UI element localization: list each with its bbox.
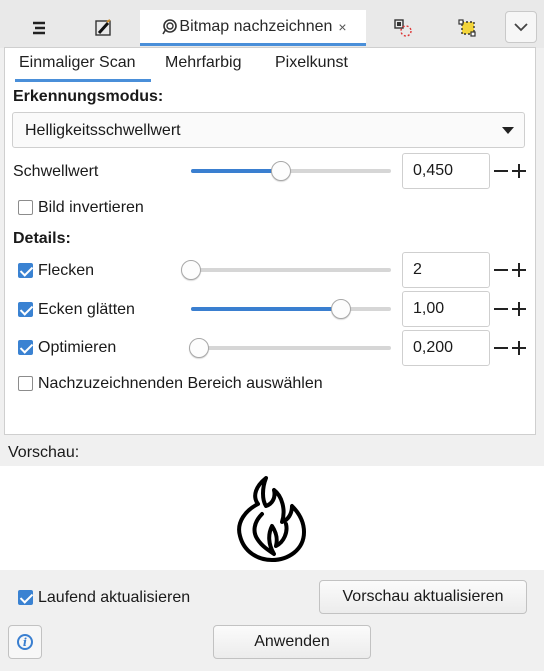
transform-icon <box>394 19 412 37</box>
dock-menu-button[interactable] <box>505 11 537 43</box>
tab-single-scan[interactable]: Einmaliger Scan <box>15 54 151 82</box>
minus-icon[interactable] <box>494 300 508 318</box>
plus-icon[interactable] <box>512 300 526 318</box>
tab-trace-bitmap[interactable]: Bitmap nachzeichnen × <box>140 10 366 46</box>
flame-outline-icon <box>237 476 306 562</box>
tab-multicolor[interactable]: Mehrfarbig <box>165 54 241 82</box>
optimize-spinbox: 0,200 <box>402 330 526 366</box>
detection-mode-select[interactable]: Helligkeitsschwellwert <box>12 112 525 148</box>
dropdown-arrow-icon <box>502 127 514 134</box>
threshold-label: Schwellwert <box>13 163 99 180</box>
smooth-corners-input[interactable]: 1,00 <box>402 291 490 327</box>
optimize-label[interactable]: Optimieren <box>38 339 116 357</box>
select-area-checkbox[interactable] <box>18 376 33 391</box>
minus-icon[interactable] <box>494 261 508 279</box>
slider-thumb[interactable] <box>189 338 209 358</box>
close-icon[interactable]: × <box>338 19 346 35</box>
detection-mode-label: Erkennungsmodus: <box>13 88 164 105</box>
smooth-corners-slider[interactable] <box>191 299 391 319</box>
tab-title: Bitmap nachzeichnen <box>179 17 333 35</box>
preview-area <box>0 466 544 570</box>
slider-thumb[interactable] <box>331 299 351 319</box>
slider-fill <box>191 169 281 173</box>
threshold-input[interactable]: 0,450 <box>402 153 490 189</box>
info-icon: i <box>17 634 33 650</box>
smooth-corners-spinbox: 1,00 <box>402 291 526 327</box>
slider-fill <box>191 307 341 311</box>
optimize-input[interactable]: 0,200 <box>402 330 490 366</box>
optimize-slider[interactable] <box>189 338 391 358</box>
slider-thumb[interactable] <box>181 260 201 280</box>
smooth-corners-checkbox[interactable] <box>18 302 33 317</box>
preview-label: Vorschau: <box>8 444 80 461</box>
threshold-slider[interactable] <box>191 161 391 181</box>
layers-icon <box>33 21 45 35</box>
speckles-label[interactable]: Flecken <box>38 262 94 280</box>
apply-button[interactable]: Anwenden <box>213 625 371 659</box>
transform-tab[interactable] <box>372 10 434 46</box>
objects-tab[interactable] <box>8 10 70 46</box>
plus-icon[interactable] <box>512 339 526 357</box>
threshold-spinbox: 0,450 <box>402 153 526 189</box>
live-update-label[interactable]: Laufend aktualisieren <box>38 589 190 607</box>
minus-icon[interactable] <box>494 162 508 180</box>
align-icon <box>458 19 476 37</box>
speckles-slider[interactable] <box>181 260 391 280</box>
plus-icon[interactable] <box>512 261 526 279</box>
tab-pixel-art[interactable]: Pixelkunst <box>275 54 348 82</box>
dock-tab-bar: Bitmap nachzeichnen × <box>0 0 544 48</box>
pen-tab[interactable] <box>72 10 134 46</box>
speckles-checkbox[interactable] <box>18 263 33 278</box>
speckles-spinbox: 2 <box>402 252 526 288</box>
slider-track <box>191 268 391 272</box>
plus-icon[interactable] <box>512 162 526 180</box>
invert-checkbox[interactable] <box>18 200 33 215</box>
speckles-input[interactable]: 2 <box>402 252 490 288</box>
minus-icon[interactable] <box>494 339 508 357</box>
optimize-checkbox[interactable] <box>18 340 33 355</box>
select-area-label[interactable]: Nachzuzeichnenden Bereich auswählen <box>38 375 323 393</box>
live-update-checkbox[interactable] <box>18 590 33 605</box>
slider-track <box>191 346 391 350</box>
pen-icon <box>95 19 111 36</box>
invert-label[interactable]: Bild invertieren <box>38 199 144 217</box>
info-button[interactable]: i <box>8 625 42 659</box>
detection-mode-value: Helligkeitsschwellwert <box>25 122 181 139</box>
details-label: Details: <box>13 230 71 247</box>
align-tab[interactable] <box>436 10 498 46</box>
slider-thumb[interactable] <box>271 161 291 181</box>
chevron-down-icon <box>514 23 528 32</box>
update-preview-button[interactable]: Vorschau aktualisieren <box>319 580 527 614</box>
smooth-corners-label[interactable]: Ecken glätten <box>38 301 135 319</box>
trace-bitmap-icon <box>162 18 178 34</box>
